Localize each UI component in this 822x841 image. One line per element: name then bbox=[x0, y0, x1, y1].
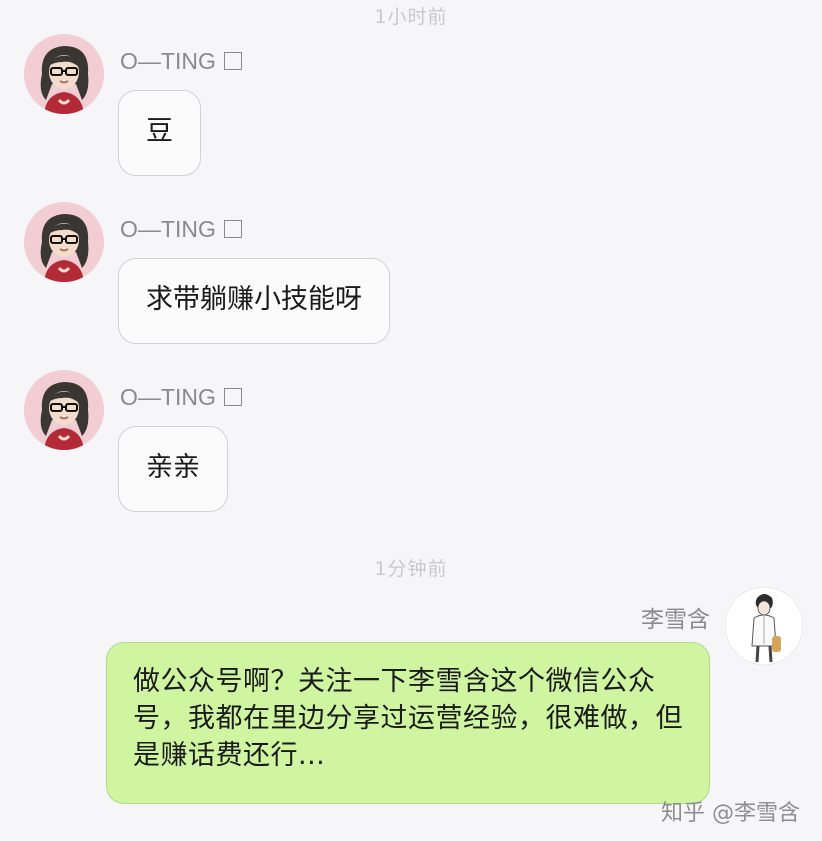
timestamp-divider: 1分钟前 bbox=[374, 558, 448, 580]
sender-avatar[interactable] bbox=[24, 202, 104, 282]
sender-name-label: O—TING bbox=[120, 216, 216, 242]
sender-name: O—TING bbox=[120, 48, 242, 75]
boy-sketch-avatar-icon bbox=[724, 586, 804, 666]
square-box-icon bbox=[223, 388, 242, 406]
my-name: 李雪含 bbox=[641, 606, 710, 632]
sender-avatar[interactable] bbox=[24, 34, 104, 114]
message-bubble[interactable]: 求带躺赚小技能呀 bbox=[118, 258, 390, 344]
timestamp-divider: 1小时前 bbox=[374, 6, 448, 28]
sender-name: O—TING bbox=[120, 384, 242, 411]
square-box-icon bbox=[223, 220, 242, 238]
girl-with-glasses-avatar-icon bbox=[24, 202, 104, 282]
sender-name-label: O—TING bbox=[120, 48, 216, 74]
girl-with-glasses-avatar-icon bbox=[24, 370, 104, 450]
message-bubble[interactable]: 豆 bbox=[118, 90, 201, 176]
message-bubble-outgoing[interactable]: 做公众号啊？关注一下李雪含这个微信公众号，我都在里边分享过运营经验，很难做，但是… bbox=[106, 642, 710, 804]
sender-name: O—TING bbox=[120, 216, 242, 243]
message-bubble[interactable]: 亲亲 bbox=[118, 426, 228, 512]
watermark: 知乎 @李雪含 bbox=[661, 801, 800, 826]
girl-with-glasses-avatar-icon bbox=[24, 34, 104, 114]
sender-avatar[interactable] bbox=[24, 370, 104, 450]
sender-name-label: O—TING bbox=[120, 384, 216, 410]
my-avatar[interactable] bbox=[724, 586, 804, 666]
square-box-icon bbox=[223, 52, 242, 70]
